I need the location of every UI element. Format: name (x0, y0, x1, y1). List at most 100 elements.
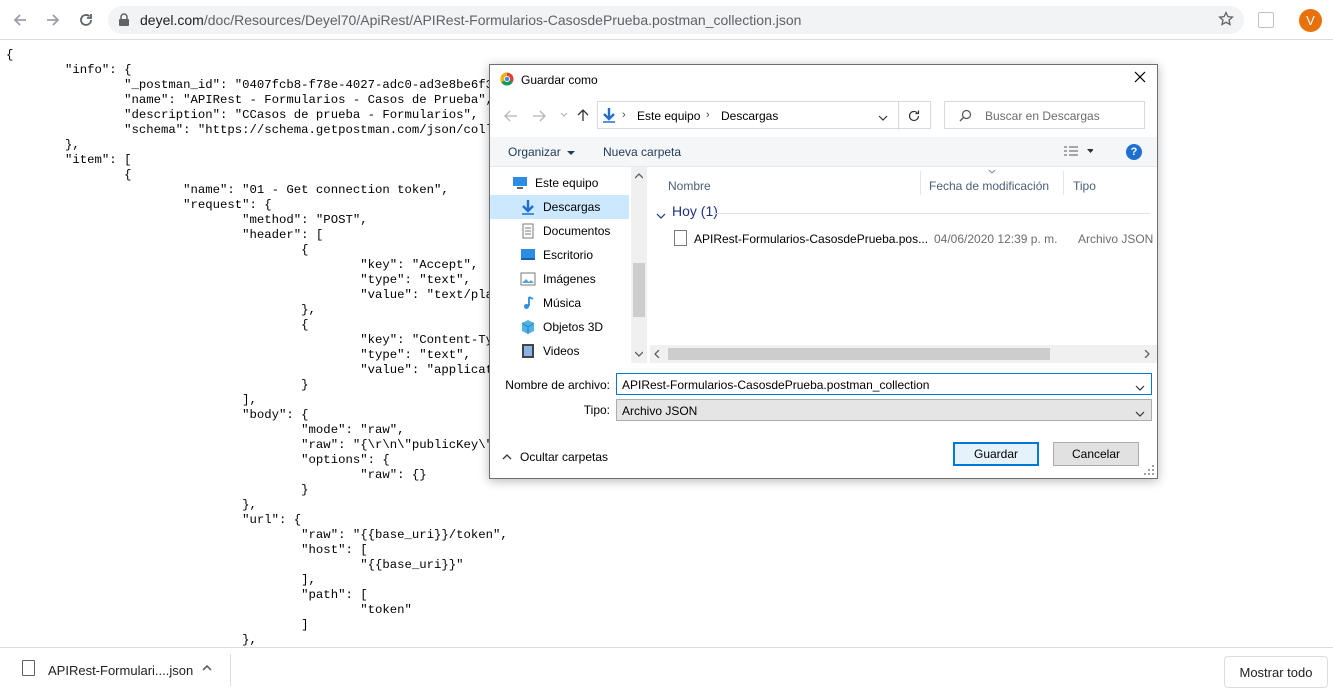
filename-input[interactable]: APIRest-Formularios-CasosdePrueba.postma… (616, 373, 1152, 395)
group-collapse-icon[interactable] (656, 209, 666, 223)
nav-item-documentos[interactable]: Documentos (490, 219, 629, 243)
address-bar[interactable]: deyel.com/doc/Resources/Deyel70/ApiRest/… (108, 6, 1244, 34)
json-line: "url": { (6, 513, 302, 527)
chevron-down-icon (1135, 407, 1145, 421)
search-placeholder: Buscar en Descargas (985, 109, 1100, 123)
json-line: }, (6, 633, 257, 646)
column-header-name[interactable]: Nombre (668, 179, 711, 193)
desktop-icon (520, 247, 536, 263)
nav-item-escritorio[interactable]: Escritorio (490, 243, 629, 267)
nav-item-descargas[interactable]: Descargas (490, 195, 629, 219)
refresh-icon (908, 110, 920, 122)
cancel-button[interactable]: Cancelar (1053, 442, 1139, 466)
nav-item-música[interactable]: Música (490, 291, 629, 315)
recent-locations-chevron-icon[interactable] (560, 109, 568, 124)
save-button[interactable]: Guardar (953, 442, 1039, 466)
arrow-left-icon (13, 14, 26, 26)
breadcrumb-este-equipo[interactable]: Este equipo (637, 109, 700, 123)
nav-item-este-equipo[interactable]: Este equipo (490, 171, 629, 195)
close-icon (1134, 71, 1146, 83)
refresh-button[interactable] (898, 102, 929, 130)
3d-objects-icon (520, 319, 536, 335)
save-as-dialog: Guardar como › Este equipo › Descargas B… (489, 64, 1158, 479)
downloads-icon (520, 199, 536, 215)
column-header-modified[interactable]: Fecha de modificación (929, 179, 1049, 193)
search-input[interactable]: Buscar en Descargas (944, 101, 1145, 129)
view-options-button[interactable] (1063, 145, 1094, 160)
type-value: Archivo JSON (622, 404, 698, 418)
chevron-down-icon[interactable] (878, 111, 888, 125)
json-line: "token" (6, 603, 412, 617)
scroll-up-icon[interactable] (635, 173, 643, 179)
scroll-down-icon[interactable] (635, 351, 643, 357)
videos-icon (520, 343, 536, 359)
bookmark-star-icon[interactable] (1218, 10, 1234, 30)
organize-button[interactable]: Organizar (508, 145, 576, 159)
nav-item-label: Descargas (543, 200, 601, 214)
resize-grip-icon[interactable] (1144, 465, 1154, 475)
download-bar: APIRest-Formulari....json Mostrar todo (0, 647, 1333, 691)
help-icon[interactable]: ? (1126, 144, 1142, 160)
type-select[interactable]: Archivo JSON (616, 399, 1152, 421)
json-line: } (6, 483, 309, 497)
dialog-title: Guardar como (521, 73, 598, 87)
column-divider[interactable] (1063, 171, 1064, 195)
type-label: Tipo: (583, 403, 610, 417)
pictures-icon (520, 271, 536, 287)
back-button[interactable] (8, 8, 32, 32)
nav-item-label: Escritorio (543, 248, 594, 262)
location-bar[interactable]: › Este equipo › Descargas (597, 101, 931, 130)
lock-icon (118, 13, 130, 30)
hide-folders-toggle[interactable]: Ocultar carpetas (502, 450, 608, 464)
group-divider (714, 213, 1150, 214)
json-line: { (6, 48, 14, 62)
navigation-pane: Este equipo Descargas Documentos Escritorio… (490, 167, 631, 363)
json-line: "{{base_uri}}" (6, 558, 464, 572)
column-header-type[interactable]: Tipo (1073, 179, 1096, 193)
extension-icon[interactable] (1258, 12, 1274, 28)
column-divider[interactable] (920, 171, 921, 195)
forward-button[interactable] (41, 8, 65, 32)
file-list: Nombre Fecha de modificación Tipo Hoy (1… (652, 167, 1153, 363)
download-item[interactable]: APIRest-Formulari....json (18, 658, 228, 684)
scroll-left-icon[interactable] (654, 350, 660, 358)
file-icon (22, 660, 35, 676)
chevron-up-icon (502, 450, 512, 464)
show-all-button[interactable]: Mostrar todo (1224, 656, 1328, 688)
reload-icon (80, 14, 92, 26)
breadcrumb-separator-icon: › (622, 109, 626, 121)
scrollbar-thumb[interactable] (668, 348, 1050, 360)
nav-item-videos[interactable]: Videos (490, 339, 629, 363)
forward-arrow-icon[interactable] (532, 110, 546, 125)
chevron-down-icon[interactable] (1135, 381, 1145, 395)
close-button[interactable] (1134, 71, 1146, 86)
chevron-up-icon[interactable] (200, 661, 214, 678)
back-arrow-icon[interactable] (504, 110, 518, 125)
caret-down-icon (567, 151, 576, 155)
command-bar: Organizar Nueva carpeta ? (490, 137, 1157, 167)
nav-item-objetos-3d[interactable]: Objetos 3D (490, 315, 629, 339)
reload-button[interactable] (74, 8, 98, 32)
nav-item-label: Documentos (543, 224, 611, 238)
nav-item-label: Objetos 3D (543, 320, 604, 334)
json-line: "host": [ (6, 543, 368, 557)
file-list-horizontal-scrollbar[interactable] (650, 345, 1157, 363)
music-icon (520, 295, 536, 311)
documents-icon (520, 223, 536, 239)
download-file-name: APIRest-Formulari....json (48, 663, 194, 678)
browser-toolbar: deyel.com/doc/Resources/Deyel70/ApiRest/… (0, 0, 1333, 40)
file-row[interactable]: APIRest-Formularios-CasosdePrueba.pos...… (668, 227, 1153, 251)
downloads-icon (601, 107, 617, 126)
up-arrow-icon[interactable] (577, 108, 589, 125)
chrome-icon (500, 72, 514, 86)
computer-icon (512, 175, 528, 191)
profile-avatar[interactable]: V (1299, 9, 1322, 32)
new-folder-button[interactable]: Nueva carpeta (603, 145, 681, 159)
scrollbar-thumb[interactable] (633, 263, 645, 317)
navigation-scrollbar[interactable] (631, 167, 647, 363)
url-path: /doc/Resources/Deyel70/ApiRest/APIRest-F… (203, 12, 802, 28)
nav-item-imágenes[interactable]: Imágenes (490, 267, 629, 291)
breadcrumb-descargas[interactable]: Descargas (721, 109, 778, 123)
group-header-today[interactable]: Hoy (1) (672, 203, 718, 219)
scroll-right-icon[interactable] (1144, 350, 1150, 358)
